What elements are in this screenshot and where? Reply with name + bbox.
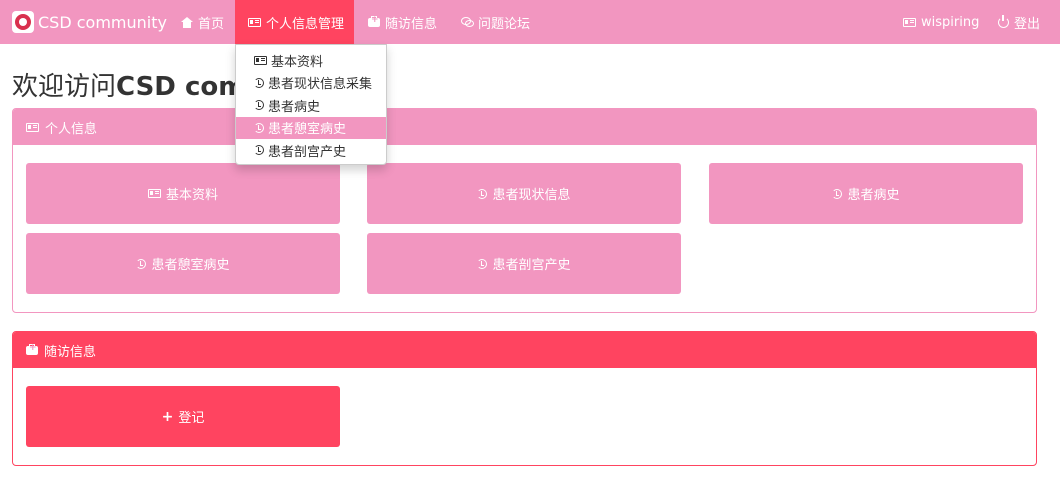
nav-forum[interactable]: 问题论坛 — [461, 0, 530, 44]
tile-medical-history[interactable]: 患者病史 — [709, 163, 1023, 224]
id-card-icon — [26, 122, 39, 132]
plus-icon: + — [161, 408, 174, 425]
nav-forum-label: 问题论坛 — [478, 16, 531, 32]
dropdown-item-label: 患者憩室病史 — [268, 122, 347, 138]
personal-info-dropdown-menu: 基本资料 患者现状信息采集 患者病史 患者憩室病史 患者剖宫产史 — [235, 44, 387, 165]
dropdown-item-medical-history[interactable]: 患者病史 — [236, 94, 386, 117]
dropdown-item-label: 基本资料 — [271, 54, 324, 70]
comments-icon — [461, 17, 474, 27]
page-title-prefix: 欢迎访问 — [12, 72, 117, 102]
home-icon — [181, 16, 193, 28]
nav-user-label: wispiring — [921, 14, 980, 30]
dropdown-item-label: 患者现状信息采集 — [268, 77, 373, 93]
history-icon — [254, 145, 264, 156]
personal-info-panel: 个人信息 基本资料 患者现状信息 患者病史 患者憩室病史 患者剖宫产史 — [12, 108, 1037, 313]
nav-followup-label: 随访信息 — [385, 16, 438, 32]
page-title: 欢迎访问CSD comm — [12, 66, 272, 103]
tile-patient-status-label: 患者现状信息 — [492, 188, 571, 203]
tile-cesarean-history[interactable]: 患者剖宫产史 — [367, 233, 681, 294]
power-icon — [998, 14, 1009, 28]
history-icon — [477, 188, 488, 199]
register-button[interactable]: + 登记 — [26, 386, 340, 447]
nav-followup[interactable]: 随访信息 — [368, 0, 437, 44]
brand-link[interactable]: CSD community — [12, 0, 167, 44]
tile-basic-info-label: 基本资料 — [165, 188, 218, 203]
nav-personal-info-management[interactable]: 个人信息管理 — [235, 0, 354, 44]
followup-heading-label: 随访信息 — [44, 344, 97, 360]
id-card-icon — [147, 189, 161, 198]
history-icon — [254, 100, 264, 111]
followup-panel-heading: 随访信息 — [13, 332, 1036, 368]
dropdown-item-patient-status[interactable]: 患者现状信息采集 — [236, 72, 386, 95]
tile-diverticulum-history-label: 患者憩室病史 — [151, 258, 230, 273]
tile-patient-status[interactable]: 患者现状信息 — [367, 163, 681, 224]
history-icon — [254, 122, 264, 133]
nav-home-label: 首页 — [198, 16, 225, 32]
tile-cesarean-history-label: 患者剖宫产史 — [492, 258, 571, 273]
nav-logout[interactable]: 登出 — [998, 0, 1040, 44]
followup-panel: 随访信息 + 登记 — [12, 331, 1037, 466]
personal-info-panel-heading: 个人信息 — [13, 109, 1036, 145]
top-navbar: CSD community 首页 个人信息管理 随访信息 问题论坛 wispir… — [0, 0, 1060, 44]
id-card-icon — [254, 55, 267, 65]
id-card-icon — [903, 17, 916, 27]
medkit-icon — [26, 343, 38, 355]
dropdown-item-basic-info[interactable]: 基本资料 — [236, 49, 386, 72]
dropdown-item-label: 患者剖宫产史 — [268, 144, 347, 160]
dropdown-item-cesarean-history[interactable]: 患者剖宫产史 — [236, 139, 386, 162]
nav-logout-label: 登出 — [1014, 16, 1041, 32]
dropdown-item-label: 患者病史 — [268, 99, 321, 115]
register-button-label: 登记 — [178, 411, 205, 426]
tile-diverticulum-history[interactable]: 患者憩室病史 — [26, 233, 340, 294]
nav-home[interactable]: 首页 — [181, 0, 224, 44]
id-card-icon — [248, 17, 261, 27]
tile-medical-history-label: 患者病史 — [847, 188, 900, 203]
history-icon — [254, 77, 264, 88]
nav-personal-info-label: 个人信息管理 — [266, 16, 345, 32]
dropdown-item-diverticulum-history[interactable]: 患者憩室病史 — [236, 116, 386, 139]
personal-info-heading-label: 个人信息 — [45, 121, 98, 137]
medkit-icon — [368, 15, 380, 27]
nav-user[interactable]: wispiring — [903, 0, 979, 44]
brand-title: CSD community — [38, 12, 167, 32]
history-icon — [136, 258, 147, 269]
tile-basic-info[interactable]: 基本资料 — [26, 163, 340, 224]
history-icon — [477, 258, 488, 269]
history-icon — [832, 188, 843, 199]
brand-logo-icon — [12, 11, 34, 33]
